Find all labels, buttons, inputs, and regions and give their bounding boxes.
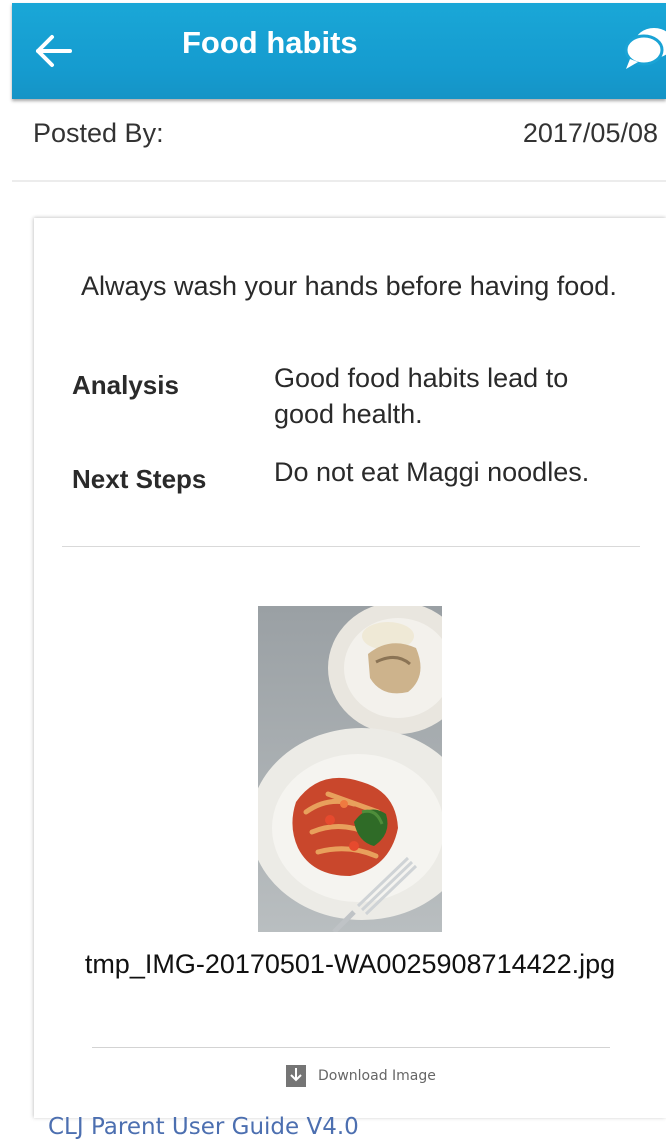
- post-meta-row: Posted By: 2017/05/08: [12, 100, 666, 182]
- download-icon: [286, 1065, 306, 1087]
- posted-by-label: Posted By:: [33, 118, 164, 148]
- attachment-image[interactable]: [258, 606, 442, 932]
- back-button[interactable]: [32, 29, 76, 73]
- next-steps-value: Do not eat Maggi noodles.: [274, 457, 590, 487]
- attachment-filename: tmp_IMG-20170501-WA0025908714422.jpg: [84, 949, 616, 979]
- next-steps-label: Next Steps: [72, 464, 207, 494]
- download-image-button[interactable]: Download Image: [286, 1063, 436, 1089]
- food-photo: [258, 606, 442, 932]
- divider: [62, 546, 640, 547]
- chat-bubbles-icon: [624, 28, 666, 69]
- post-date: 2017/05/08: [522, 118, 658, 148]
- page-title: Food habits: [182, 25, 358, 60]
- analysis-label: Analysis: [72, 370, 179, 400]
- download-image-label: Download Image: [318, 1068, 436, 1084]
- divider: [92, 1047, 610, 1048]
- chat-button[interactable]: [618, 23, 666, 75]
- app-bar: Food habits: [12, 3, 666, 99]
- document-footer: CLJ Parent User Guide V4.0: [48, 1114, 359, 1140]
- arrow-left-icon: [36, 35, 72, 67]
- observation-description: Always wash your hands before having foo…: [81, 271, 617, 301]
- observation-card: Always wash your hands before having foo…: [34, 218, 666, 1118]
- analysis-value: Good food habits lead to good health.: [274, 363, 569, 429]
- page: Food habits Posted By: 2017/05/08 Always…: [0, 0, 666, 1146]
